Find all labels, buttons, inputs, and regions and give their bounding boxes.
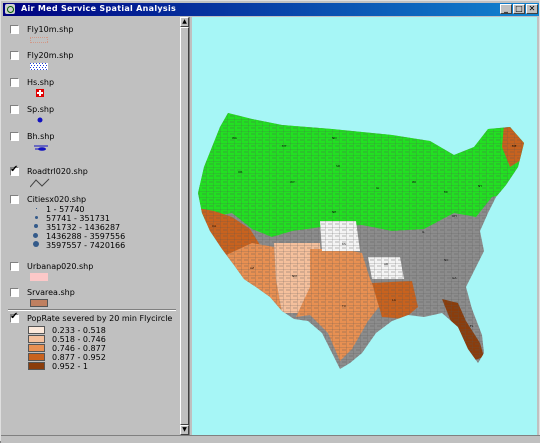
legend-swatch	[28, 362, 45, 370]
legend-class-label: 0.952 - 1	[52, 362, 88, 371]
legend-class-label: 1436288 - 3597556	[46, 232, 126, 241]
legend-class-label: 0.877 - 0.952	[52, 353, 106, 362]
svg-text:AR: AR	[384, 262, 388, 266]
layer-name: Roadtrl020.shp	[27, 167, 88, 176]
layer-list-scrollbar[interactable]: ▲ ▼	[180, 17, 189, 435]
helicopter-marker-icon	[34, 145, 48, 151]
layer-name: PopRate severed by 20 min Flycircle	[27, 314, 173, 323]
app-window: Air Med Service Spatial Analysis _ □ ✕ F…	[0, 0, 540, 443]
layer-visibility-checkbox[interactable]	[10, 51, 19, 60]
scroll-up-arrow-icon[interactable]: ▲	[180, 17, 189, 27]
svg-text:NY: NY	[478, 184, 482, 188]
legend-class-label: 351732 - 1436287	[46, 223, 121, 232]
globe-icon	[5, 4, 15, 14]
status-bar	[1, 435, 540, 443]
hospital-marker-icon	[36, 89, 44, 97]
maximize-button[interactable]: □	[513, 4, 525, 14]
svg-text:OR: OR	[238, 170, 242, 174]
legend-class-label: 0.746 - 0.877	[52, 344, 106, 353]
legend-class-label: 3597557 - 7420166	[46, 241, 126, 250]
layer-visibility-checkbox[interactable]	[10, 78, 19, 87]
layer-visibility-checkbox[interactable]	[10, 262, 19, 271]
svg-text:WY: WY	[290, 180, 295, 184]
layer-visibility-checkbox[interactable]	[10, 132, 19, 141]
svg-text:FL: FL	[470, 324, 474, 328]
title-bar[interactable]: Air Med Service Spatial Analysis _ □ ✕	[3, 3, 539, 16]
point-marker-icon	[37, 117, 43, 123]
service-area-fill-symbol-icon	[30, 299, 48, 307]
svg-text:MT: MT	[282, 144, 287, 148]
layer-name: Fly10m.shp	[27, 25, 74, 34]
layer-name: Urbanap020.shp	[27, 262, 94, 271]
layer-list-panel: Fly10m.shp Fly20m.shp Hs.shp Sp.shp Bh.s…	[4, 17, 190, 435]
us-county-map[interactable]: WAORMT WYNDSD NEKSIA WIMIIL OHNYCA AZNMT…	[192, 17, 537, 435]
legend-class-label: 0.518 - 0.746	[52, 335, 106, 344]
svg-text:SD: SD	[336, 164, 341, 168]
layer-visibility-checkbox[interactable]	[10, 105, 19, 114]
svg-text:NE: NE	[332, 210, 336, 214]
legend-swatch	[28, 353, 45, 361]
legend-swatch	[28, 326, 45, 334]
svg-text:ME: ME	[512, 144, 517, 148]
divider	[8, 309, 176, 311]
grid-fill-symbol-icon	[30, 63, 48, 70]
dotted-fill-symbol-icon	[30, 37, 48, 43]
layer-visibility-checkbox[interactable]	[10, 311, 19, 323]
svg-text:WI: WI	[412, 180, 416, 184]
legend-class-label: 0.233 - 0.518	[52, 326, 106, 335]
layer-name: Sp.shp	[27, 105, 55, 114]
road-line-symbol-icon	[30, 178, 50, 188]
svg-text:NC: NC	[444, 258, 448, 262]
minimize-button[interactable]: _	[500, 4, 512, 14]
layer-visibility-checkbox[interactable]	[10, 195, 19, 204]
close-button[interactable]: ✕	[526, 4, 538, 14]
scroll-down-arrow-icon[interactable]: ▼	[180, 425, 189, 435]
svg-text:AZ: AZ	[250, 266, 254, 270]
map-regions	[198, 113, 524, 369]
legend-swatch	[28, 344, 45, 352]
svg-text:KS: KS	[342, 242, 346, 246]
layer-visibility-checkbox[interactable]	[10, 164, 19, 176]
legend-swatch	[28, 335, 45, 343]
map-display[interactable]: WA OR MT WY ND SD NE KS IA WI MI IL OH NY CA AZ NM T…	[192, 17, 537, 435]
urban-fill-symbol-icon	[30, 273, 48, 281]
scroll-thumb[interactable]	[180, 27, 189, 425]
svg-text:OH: OH	[452, 214, 457, 218]
svg-text:NM: NM	[292, 274, 297, 278]
svg-text:MI: MI	[444, 190, 448, 194]
legend-class-label: 57741 - 351731	[46, 214, 110, 223]
layer-name: Citiesx020.shp	[27, 195, 87, 204]
layer-name: Bh.shp	[27, 132, 55, 141]
county-boundaries	[198, 113, 524, 369]
layer-visibility-checkbox[interactable]	[10, 288, 19, 297]
legend-class-label: 1 - 57740	[46, 205, 85, 214]
layer-name: Fly20m.shp	[27, 51, 74, 60]
layer-visibility-checkbox[interactable]	[10, 25, 19, 34]
layer-name: Hs.shp	[27, 78, 55, 87]
svg-text:TX: TX	[341, 304, 346, 308]
layer-name: Srvarea.shp	[27, 288, 75, 297]
svg-text:IL: IL	[422, 230, 425, 234]
window-title: Air Med Service Spatial Analysis	[21, 4, 177, 13]
svg-text:ND: ND	[332, 136, 337, 140]
